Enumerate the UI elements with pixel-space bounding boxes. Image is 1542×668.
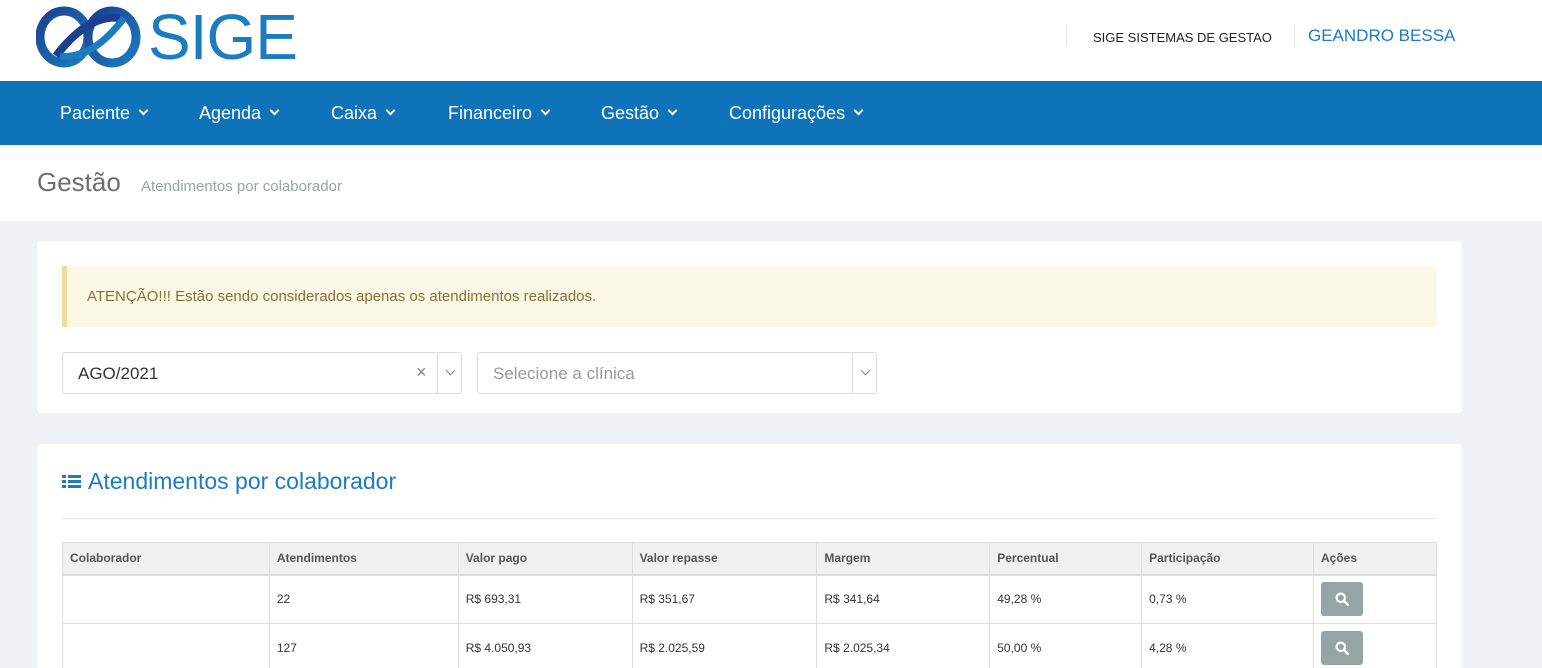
chevron-down-icon — [540, 105, 551, 116]
filter-panel: ATENÇÃO!!! Estão sendo considerados apen… — [37, 241, 1462, 413]
column-header-participacao[interactable]: Participação — [1141, 542, 1315, 576]
column-header-margem[interactable]: Margem — [816, 542, 991, 576]
chevron-down-icon — [269, 105, 280, 116]
nav-item-caixa[interactable]: Caixa — [331, 81, 396, 145]
nav-item-label: Gestão — [601, 102, 660, 123]
warning-alert: ATENÇÃO!!! Estão sendo considerados apen… — [62, 266, 1437, 327]
user-name[interactable]: GEANDRO BESSA — [1308, 26, 1455, 46]
chevron-down-icon[interactable] — [860, 365, 871, 376]
table-header-row: Colaborador Atendimentos Valor pago Valo… — [62, 542, 1437, 576]
column-header-valor-repasse[interactable]: Valor repasse — [631, 542, 818, 576]
nav-item-configuracoes[interactable]: Configurações — [729, 81, 864, 145]
cell-percentual: 49,28 % — [989, 574, 1143, 624]
report-panel: Atendimentos por colaborador Colaborador… — [37, 444, 1462, 668]
search-icon — [1335, 641, 1350, 655]
select-divider — [852, 353, 853, 393]
cell-margem: R$ 341,64 — [816, 574, 991, 624]
section-title: Atendimentos por colaborador — [62, 468, 396, 495]
page-title: Gestão — [37, 167, 121, 197]
top-header: SIGE SIGE SISTEMAS DE GESTAO GEANDRO BES… — [0, 0, 1542, 81]
cell-valor-pago: R$ 4.050,93 — [457, 623, 633, 668]
nav-item-label: Paciente — [60, 102, 131, 123]
sige-logo[interactable]: SIGE — [36, 4, 306, 70]
cell-valor-repasse: R$ 2.025,59 — [631, 623, 818, 668]
alert-text: ATENÇÃO!!! Estão sendo considerados apen… — [87, 288, 597, 305]
column-header-atendimentos[interactable]: Atendimentos — [268, 542, 459, 576]
header-divider — [1294, 24, 1295, 46]
view-details-button[interactable] — [1321, 582, 1364, 617]
clinic-select[interactable]: Selecione a clínica — [477, 352, 877, 394]
cell-atendimentos: 22 — [268, 574, 459, 624]
main-navbar: Paciente Agenda Caixa Financeiro Gestão … — [0, 81, 1542, 145]
cell-participacao: 0,73 % — [1141, 574, 1315, 624]
clear-icon[interactable]: × — [416, 362, 427, 383]
cell-atendimentos: 127 — [268, 623, 459, 668]
column-header-colaborador[interactable]: Colaborador — [62, 542, 270, 576]
chevron-down-icon — [853, 105, 864, 116]
page-subtitle: Atendimentos por colaborador — [141, 178, 342, 195]
cell-acoes — [1313, 574, 1437, 624]
chevron-down-icon — [667, 105, 678, 116]
search-icon — [1335, 592, 1350, 607]
chevron-down-icon[interactable] — [445, 365, 456, 376]
page-title-bar: Gestão Atendimentos por colaborador — [0, 145, 1542, 221]
select-divider — [437, 353, 438, 393]
nav-item-label: Configurações — [729, 102, 846, 123]
section-title-text: Atendimentos por colaborador — [88, 468, 397, 494]
column-header-percentual[interactable]: Percentual — [989, 542, 1143, 576]
nav-item-agenda[interactable]: Agenda — [199, 81, 280, 145]
nav-item-financeiro[interactable]: Financeiro — [448, 81, 551, 145]
nav-item-label: Caixa — [331, 102, 378, 123]
chevron-down-icon — [385, 105, 396, 116]
column-header-valor-pago[interactable]: Valor pago — [457, 542, 633, 576]
cell-participacao: 4,28 % — [1141, 623, 1315, 668]
clinic-placeholder: Selecione a clínica — [493, 364, 635, 383]
cell-colaborador — [62, 623, 270, 668]
view-details-button[interactable] — [1321, 631, 1364, 665]
period-select[interactable]: AGO/2021 × — [62, 352, 462, 394]
nav-item-paciente[interactable]: Paciente — [60, 81, 149, 145]
table-row: 22 R$ 693,31 R$ 351,67 R$ 341,64 49,28 %… — [62, 574, 1437, 624]
logo-text: SIGE — [148, 1, 298, 73]
list-icon — [62, 474, 81, 489]
cell-percentual: 50,00 % — [989, 623, 1143, 668]
period-value: AGO/2021 — [78, 364, 159, 383]
infinity-logo-icon — [36, 6, 141, 68]
cell-margem: R$ 2.025,34 — [816, 623, 991, 668]
chevron-down-icon — [138, 105, 149, 116]
header-divider — [1066, 24, 1067, 46]
cell-valor-pago: R$ 693,31 — [457, 574, 633, 624]
cell-acoes — [1313, 623, 1437, 668]
cell-colaborador — [62, 574, 270, 624]
report-table: Colaborador Atendimentos Valor pago Valo… — [62, 542, 1437, 668]
nav-item-label: Financeiro — [448, 102, 533, 123]
company-name[interactable]: SIGE SISTEMAS DE GESTAO — [1093, 30, 1272, 45]
nav-item-gestao[interactable]: Gestão — [601, 81, 678, 145]
column-header-acoes: Ações — [1313, 542, 1437, 576]
nav-item-label: Agenda — [199, 102, 262, 123]
table-row: 127 R$ 4.050,93 R$ 2.025,59 R$ 2.025,34 … — [62, 623, 1437, 668]
cell-valor-repasse: R$ 351,67 — [631, 574, 818, 624]
section-divider — [62, 518, 1437, 519]
